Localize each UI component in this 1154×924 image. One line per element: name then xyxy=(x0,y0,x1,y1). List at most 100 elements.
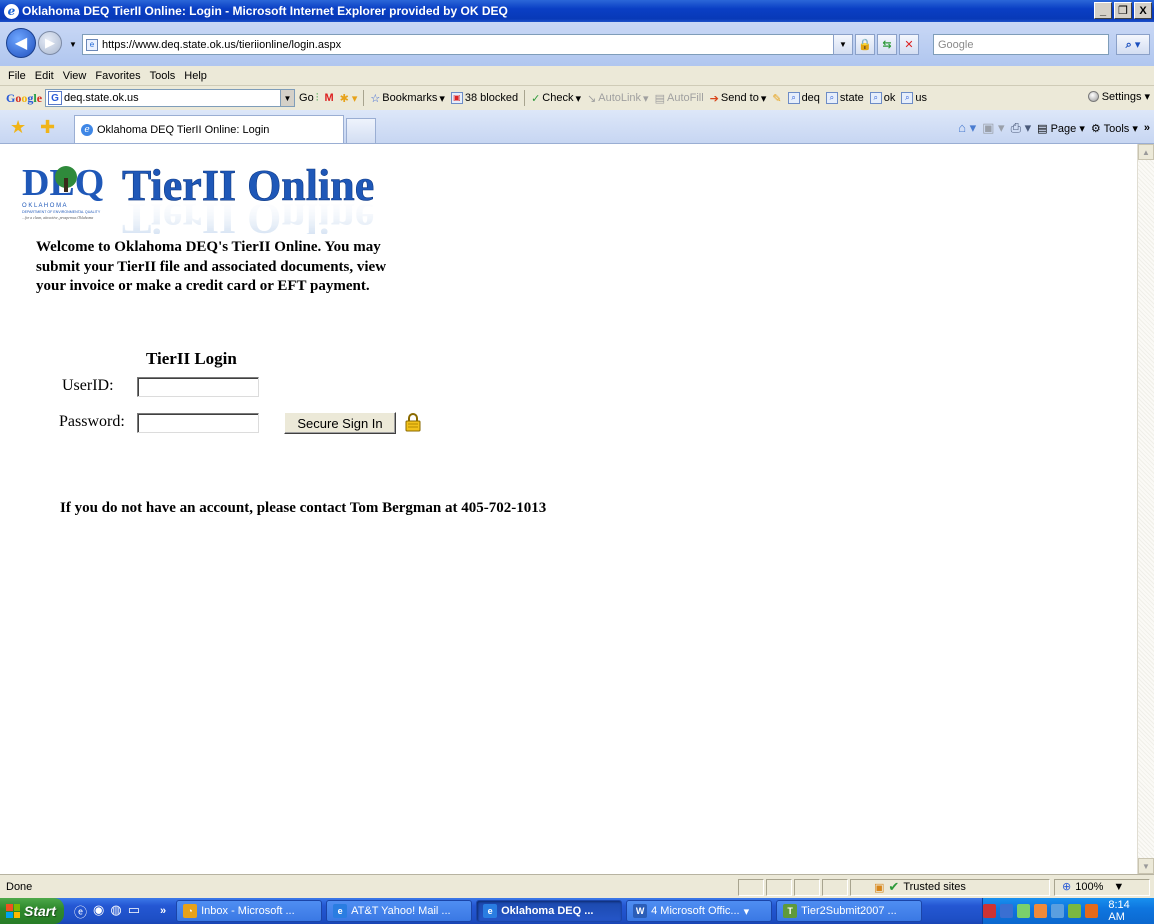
ie-quicklaunch-icon[interactable]: ⓔ xyxy=(74,902,87,921)
update-icon[interactable] xyxy=(1068,904,1082,918)
gmail-icon[interactable]: M xyxy=(324,92,333,104)
userid-input[interactable] xyxy=(137,377,259,397)
menu-file[interactable]: File xyxy=(8,70,26,82)
signal-icon[interactable] xyxy=(1017,904,1031,918)
tools-menu[interactable]: ⚙ Tools ▾ xyxy=(1091,122,1138,135)
favorites-star-icon[interactable]: ★ xyxy=(10,118,26,136)
password-input[interactable] xyxy=(137,413,259,433)
toolbar-overflow-icon[interactable]: » xyxy=(1144,122,1150,134)
quicklaunch-overflow-icon[interactable]: » xyxy=(160,905,166,917)
search-term-ok[interactable]: ⌕ ok xyxy=(869,92,895,104)
system-tray: 8:14 AM xyxy=(982,898,1154,924)
search-term-label: us xyxy=(915,92,928,104)
task-microsoft-office[interactable]: W 4 Microsoft Offic... ▾ xyxy=(626,900,773,922)
zoom-dropdown-icon: ▼ xyxy=(1113,880,1125,893)
task-att-yahoo-mail[interactable]: e AT&T Yahoo! Mail ... xyxy=(326,900,473,922)
security-icon[interactable] xyxy=(1051,904,1065,918)
network-icon[interactable] xyxy=(983,904,997,918)
zoom-control[interactable]: ⊕ 100% ▼ xyxy=(1062,880,1125,894)
search-input[interactable]: Google xyxy=(933,34,1109,55)
feeds-icon[interactable]: ▣ ▾ xyxy=(982,120,1004,136)
login-title: TierII Login xyxy=(146,349,237,368)
popup-blocker-button[interactable]: ▣ 38 blocked xyxy=(450,92,518,104)
secure-sign-in-button[interactable]: Secure Sign In xyxy=(284,412,396,434)
menu-bar: File Edit View Favorites Tools Help xyxy=(0,66,1154,86)
tab-oklahoma-deq[interactable]: e Oklahoma DEQ TierII Online: Login xyxy=(74,115,344,143)
vertical-scrollbar[interactable]: ▲ ▼ xyxy=(1137,144,1154,874)
address-url: https://www.deq.state.ok.us/tieriionline… xyxy=(102,38,342,51)
address-toolbar: ◀ ▶ ▼ e https://www.deq.state.ok.us/tier… xyxy=(0,22,1154,66)
google-search-input[interactable]: G deq.state.ok.us xyxy=(45,89,282,107)
restore-button[interactable]: ❐ xyxy=(1114,2,1132,19)
autolink-icon: ↘ xyxy=(587,92,597,105)
bookmarks-button[interactable]: ☆ Bookmarks ▾ xyxy=(370,92,444,105)
popup-icon[interactable]: ✱ ▾ xyxy=(340,92,358,105)
logo-state-text: O K L A H O M A xyxy=(22,203,66,209)
contact-text: If you do not have an account, please co… xyxy=(60,500,547,516)
close-button[interactable]: X xyxy=(1134,2,1152,19)
security-zone[interactable]: ▣ ✔ Trusted sites xyxy=(874,879,966,895)
google-search-dropdown[interactable]: ▼ xyxy=(281,89,296,107)
print-icon[interactable]: ⎙ ▾ xyxy=(1011,120,1032,136)
search-term-us[interactable]: ⌕ us xyxy=(901,92,927,104)
highlighter-icon[interactable]: ✎ xyxy=(772,92,781,105)
search-button[interactable]: ⌕ ▾ xyxy=(1116,34,1150,55)
tools-menu-label: Tools xyxy=(1103,122,1130,135)
autofill-button[interactable]: ▤ AutoFill xyxy=(655,92,704,105)
page-menu-label: Page xyxy=(1050,122,1077,135)
back-button[interactable]: ◀ xyxy=(6,28,36,58)
window-title: Oklahoma DEQ TierII Online: Login - Micr… xyxy=(22,4,508,18)
outlook-quicklaunch-icon[interactable]: ◉ xyxy=(93,902,104,921)
task-oklahoma-deq[interactable]: e Oklahoma DEQ ... xyxy=(476,900,623,922)
refresh-button[interactable]: ⇆ xyxy=(877,34,897,55)
menu-help[interactable]: Help xyxy=(184,70,207,82)
forward-button[interactable]: ▶ xyxy=(38,31,62,55)
status-pane xyxy=(738,879,764,896)
home-icon[interactable]: ⌂ ▾ xyxy=(958,120,976,136)
search-term-state[interactable]: ⌕ state xyxy=(825,92,864,104)
start-button[interactable]: Start xyxy=(0,898,64,924)
clock-app-icon[interactable] xyxy=(1034,904,1048,918)
command-bar: ⌂ ▾ ▣ ▾ ⎙ ▾ ▤ Page ▾ ⚙ Tools ▾ » xyxy=(958,120,1150,136)
send-to-label: Send to xyxy=(720,92,759,104)
address-dropdown-button[interactable]: ▼ xyxy=(833,34,853,55)
zoom-icon: ⊕ xyxy=(1062,881,1072,893)
blocker-icon: ▣ xyxy=(450,92,463,104)
ie-icon: e xyxy=(333,904,348,918)
settings-label: Settings xyxy=(1101,90,1142,103)
send-to-button[interactable]: ➔ Send to ▾ xyxy=(710,92,767,105)
status-pane xyxy=(822,879,848,896)
search-term-deq[interactable]: ⌕ deq xyxy=(787,92,820,104)
task-outlook-inbox[interactable]: ◔ Inbox - Microsoft ... xyxy=(176,900,323,922)
scroll-down-icon[interactable]: ▼ xyxy=(1138,858,1154,874)
history-dropdown-icon[interactable]: ▼ xyxy=(69,40,77,49)
blocked-content-icon: ▣ xyxy=(874,881,885,894)
antivirus-icon[interactable] xyxy=(1085,904,1099,918)
menu-edit[interactable]: Edit xyxy=(35,70,54,82)
menu-view[interactable]: View xyxy=(63,70,87,82)
connection-icon[interactable] xyxy=(1000,904,1014,918)
zone-label: Trusted sites xyxy=(903,881,966,893)
security-lock-icon[interactable]: 🔒 xyxy=(855,34,875,55)
spellcheck-button[interactable]: ✓ Check ▾ xyxy=(531,92,581,105)
new-tab-button[interactable] xyxy=(346,118,376,143)
page-menu[interactable]: ▤ Page ▾ xyxy=(1037,122,1085,135)
address-input[interactable]: e https://www.deq.state.ok.us/tieriionli… xyxy=(82,34,853,55)
media-quicklaunch-icon[interactable]: ◍ xyxy=(110,902,121,921)
go-label: Go xyxy=(299,92,314,104)
add-favorites-icon[interactable]: ✚ xyxy=(40,118,55,136)
minimize-button[interactable]: _ xyxy=(1094,2,1112,19)
stop-button[interactable]: ✕ xyxy=(899,34,919,55)
windows-taskbar: Start ⓔ ◉ ◍ ▭ » ◔ Inbox - Microsoft ... … xyxy=(0,898,1154,924)
desktop-quicklaunch-icon[interactable]: ▭ xyxy=(128,902,140,921)
check-label: Check xyxy=(542,92,574,104)
go-button[interactable]: Go ⫶ xyxy=(299,92,318,105)
settings-button[interactable]: Settings ▾ xyxy=(1087,90,1150,103)
ie-logo-icon: e xyxy=(4,3,19,19)
menu-tools[interactable]: Tools xyxy=(150,70,176,82)
autofill-label: AutoFill xyxy=(666,92,704,104)
autolink-button[interactable]: ↘ AutoLink ▾ xyxy=(587,92,649,105)
task-tier2submit2007[interactable]: T Tier2Submit2007 ... xyxy=(776,900,923,922)
scroll-up-icon[interactable]: ▲ xyxy=(1138,144,1154,160)
menu-favorites[interactable]: Favorites xyxy=(95,70,140,82)
